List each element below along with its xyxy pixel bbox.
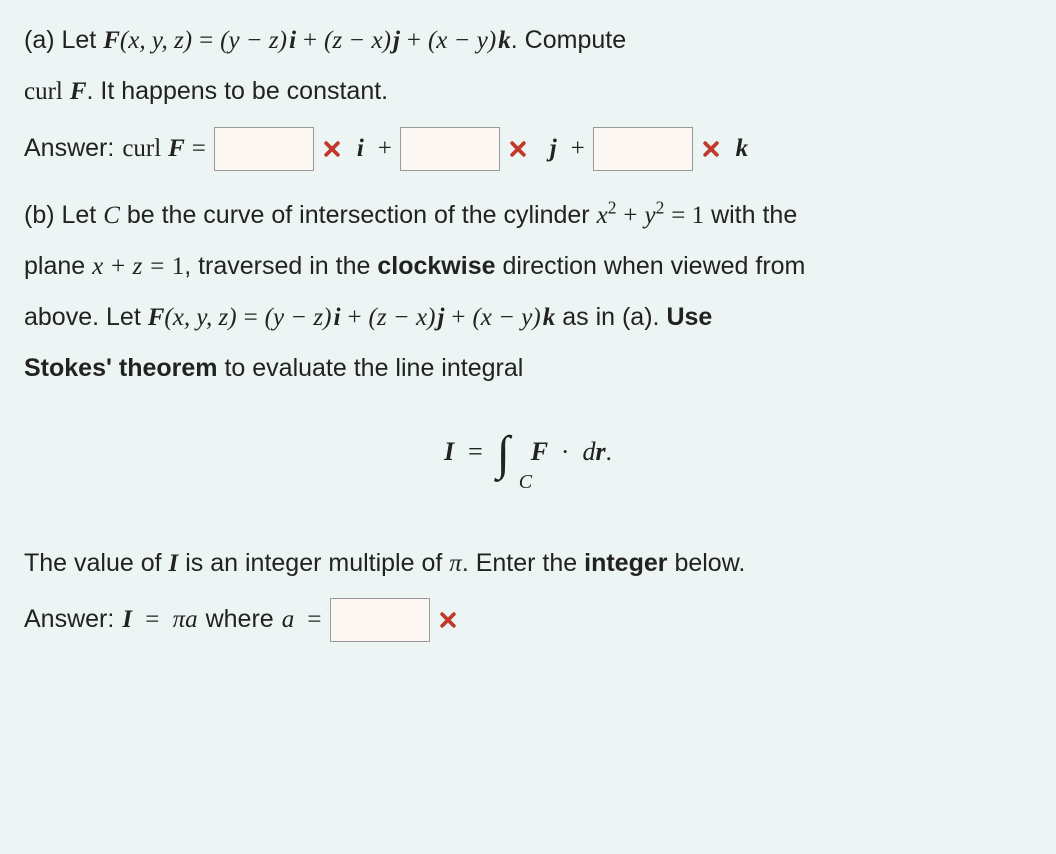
- curl-j-input[interactable]: [400, 127, 500, 171]
- part-b-answer-row: Answer: I = πa where a =: [24, 598, 1032, 642]
- incorrect-icon: [701, 139, 721, 159]
- part-b-line1: (b) Let C be the curve of intersection o…: [24, 195, 1032, 236]
- integer-a-input[interactable]: [330, 598, 430, 642]
- incorrect-icon: [438, 610, 458, 630]
- curl-k-input[interactable]: [593, 127, 693, 171]
- incorrect-icon: [508, 139, 528, 159]
- answer-label: Answer:: [24, 599, 114, 640]
- part-b-line3: above. Let F(x, y, z) = (y − z) i + (z −…: [24, 297, 1032, 338]
- integral-equation: I = ∫C F · dr.: [24, 414, 1032, 493]
- answer-label: Answer:: [24, 128, 114, 169]
- part-a-answer-row: Answer: curl F = i + j + k: [24, 127, 1032, 171]
- part-b-line5: The value of I is an integer multiple of…: [24, 543, 1032, 584]
- part-a-line2: curl F. It happens to be constant.: [24, 71, 1032, 112]
- part-b-line2: plane x + z = 1, traversed in the clockw…: [24, 246, 1032, 287]
- part-a-line1: (a) Let F(x, y, z) = (y − z) i + (z − x)…: [24, 20, 1032, 61]
- incorrect-icon: [322, 139, 342, 159]
- curl-i-input[interactable]: [214, 127, 314, 171]
- part-b-line4: Stokes' theorem to evaluate the line int…: [24, 348, 1032, 389]
